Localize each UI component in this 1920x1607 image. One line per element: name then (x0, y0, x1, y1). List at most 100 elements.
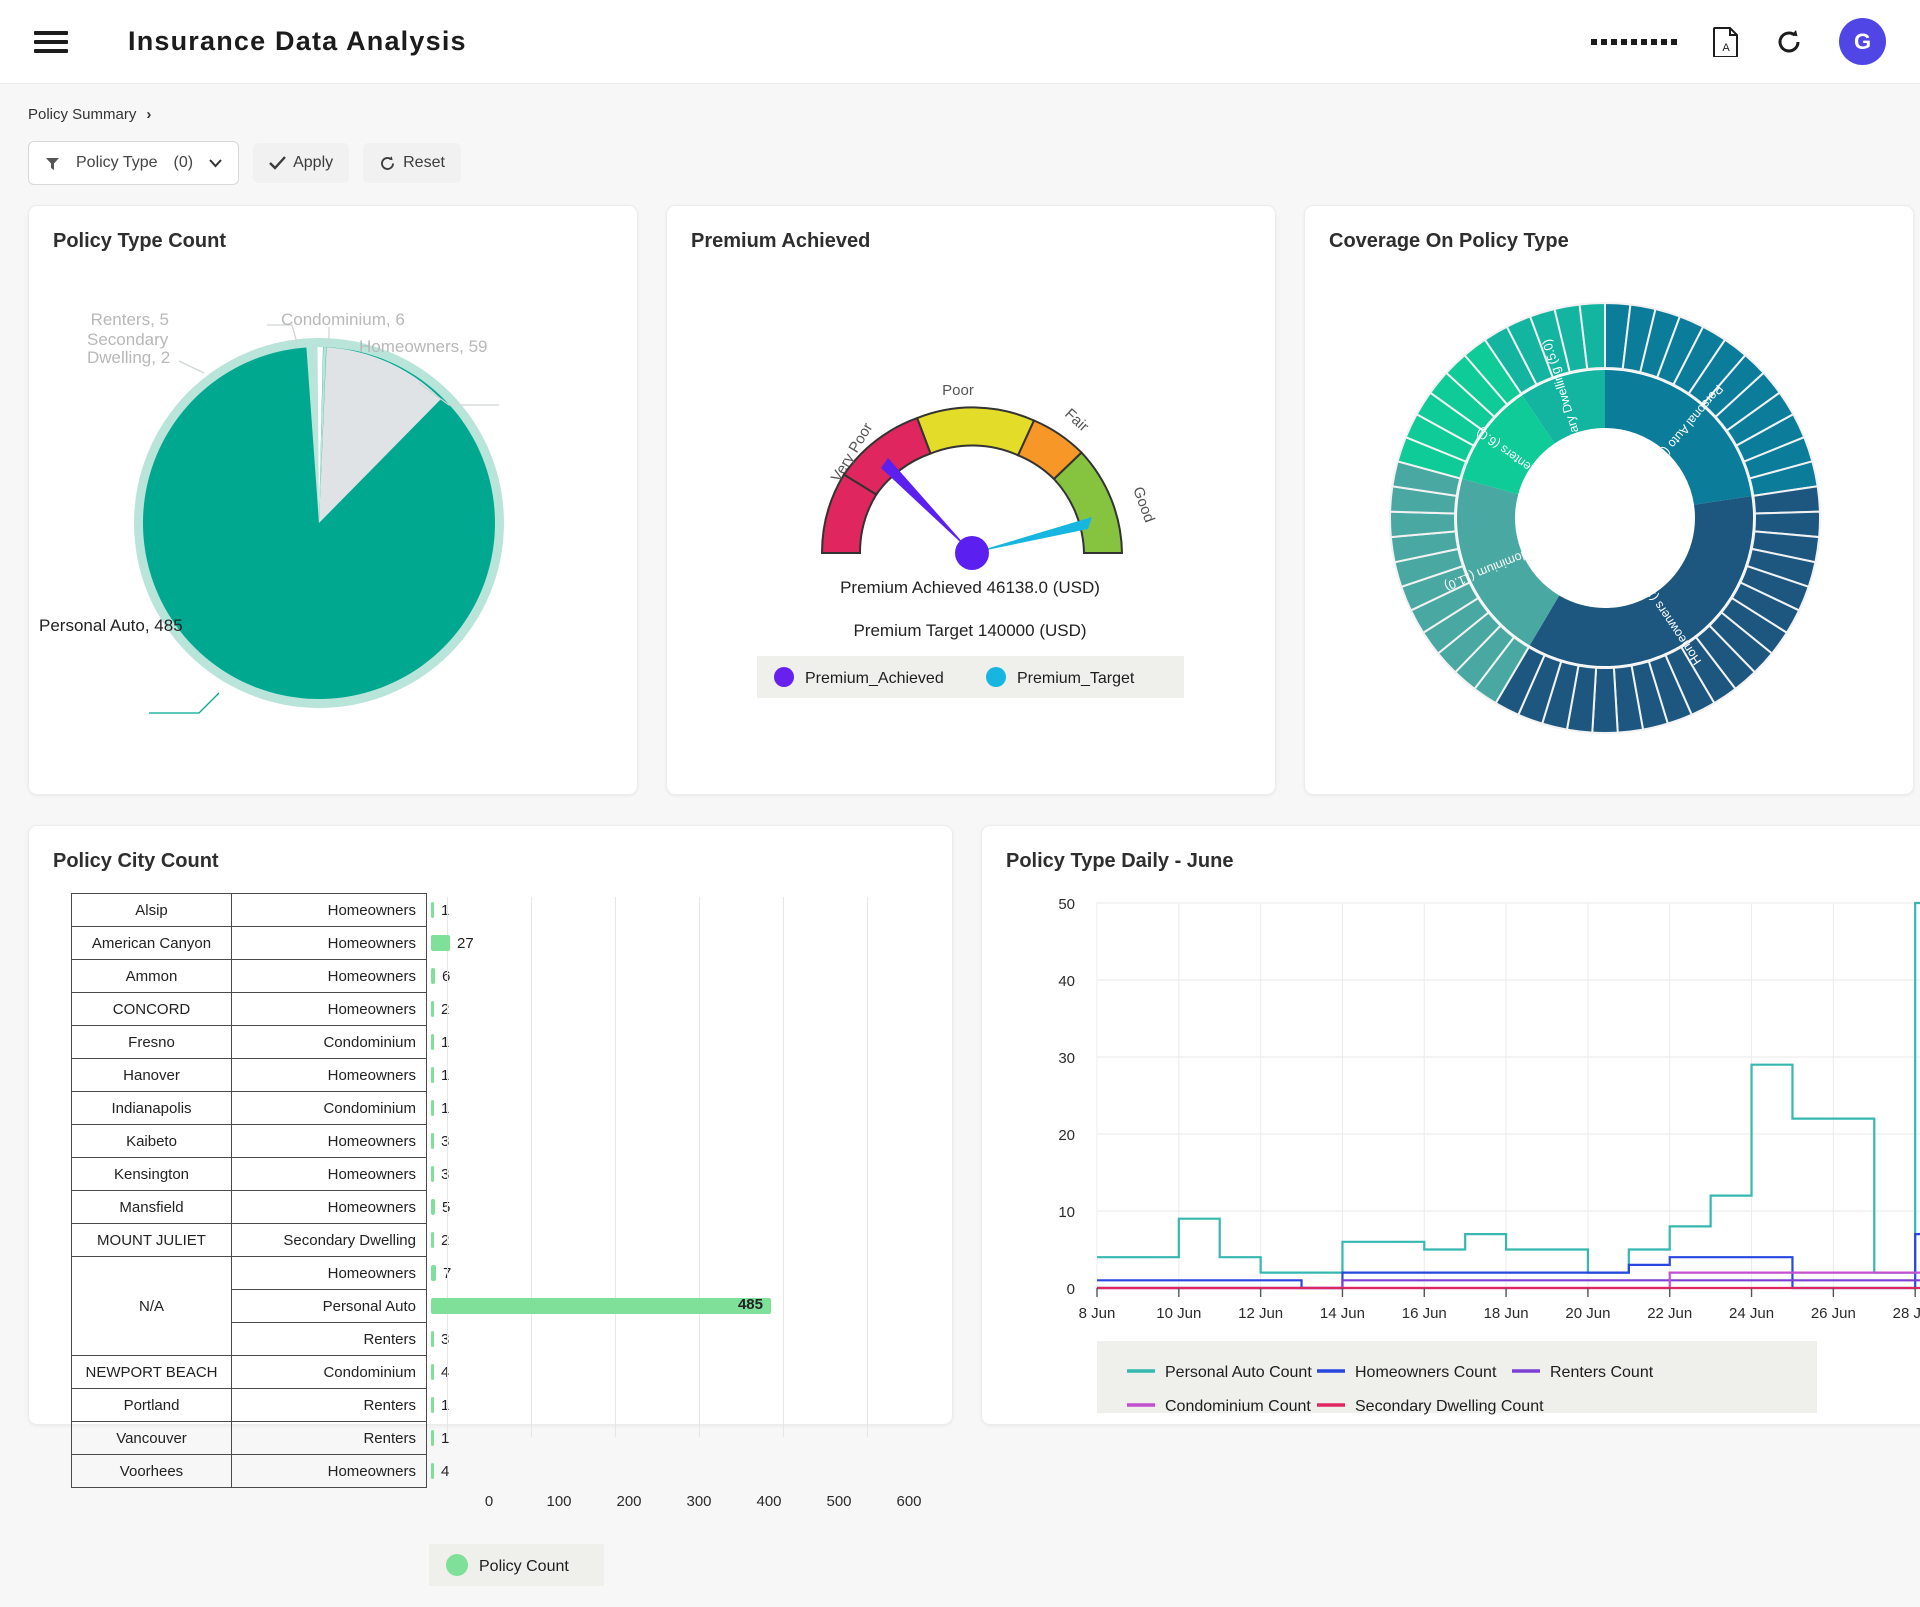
svg-text:30: 30 (1058, 1050, 1075, 1067)
line-series-renters-count (1097, 1279, 1920, 1290)
gauge-band-fair: Fair (1061, 405, 1092, 435)
svg-text:14 Jun: 14 Jun (1320, 1305, 1365, 1322)
table-cell-city: N/A (71, 1256, 232, 1356)
bar-fill (431, 1430, 434, 1446)
pie-label-secondary-dwelling-2: Dwelling, 2 (87, 348, 170, 367)
coverage-sunburst-chart[interactable]: Personal Auto (12.0) Homeowners (19.0) C… (1305, 253, 1915, 793)
breadcrumb-bar: Policy Summary › (0, 84, 1920, 123)
policy-city-count-card: Policy City Count Alsip Homeowners 1 Americ… (28, 825, 953, 1586)
table-cell-city: NEWPORT BEACH (71, 1355, 232, 1389)
grid-apps-icon[interactable] (1591, 38, 1677, 45)
table-row[interactable]: Voorhees Homeowners 4 (71, 1454, 847, 1488)
premium-achieved-gauge[interactable]: Very Poor Poor Fair Good Premium Achieve… (667, 253, 1277, 793)
policy-type-pie-chart[interactable]: Renters, 5 Condominium, 6 Homeowners, 59… (29, 253, 639, 793)
svg-text:24 Jun: 24 Jun (1729, 1305, 1774, 1322)
table-cell-city: Ammon (71, 959, 232, 993)
table-cell-policy-type: Homeowners (231, 893, 427, 927)
chevron-down-icon (209, 158, 222, 168)
apply-button[interactable]: Apply (253, 143, 350, 183)
svg-text:10 Jun: 10 Jun (1156, 1305, 1201, 1322)
table-cell-city: MOUNT JULIET (71, 1223, 232, 1257)
svg-text:18 Jun: 18 Jun (1484, 1305, 1529, 1322)
table-cell-policy-type: Condominium (231, 1355, 427, 1389)
svg-text:16 Jun: 16 Jun (1402, 1305, 1447, 1322)
svg-text:10: 10 (1058, 1204, 1075, 1221)
policy-type-daily-card: Policy Type Daily - June 0 10 20 30 40 50 8 J… (981, 825, 1920, 1425)
table-cell-policy-type: Homeowners (231, 1058, 427, 1092)
gauge-band-good: Good (1129, 485, 1158, 525)
table-cell-city: Vancouver (71, 1421, 232, 1455)
chevron-right-icon: › (146, 106, 152, 123)
bar-legend-swatch (446, 1554, 468, 1576)
policy-type-filter[interactable]: Policy Type (0) (28, 141, 240, 185)
charts-row-bottom: Policy City Count Alsip Homeowners 1 Americ… (0, 795, 1920, 1586)
filter-funnel-icon (45, 156, 60, 171)
bar-fill (431, 1331, 434, 1347)
check-icon (269, 156, 286, 170)
bar-fill (431, 1364, 434, 1380)
svg-text:20: 20 (1058, 1127, 1075, 1144)
svg-text:8 Jun: 8 Jun (1079, 1305, 1116, 1322)
breadcrumb-label: Policy Summary (28, 106, 137, 123)
bar-legend-label[interactable]: Policy Count (479, 1558, 569, 1575)
gauge-legend-swatch-achieved (774, 667, 794, 687)
svg-text:600: 600 (896, 1493, 921, 1510)
svg-text:400: 400 (756, 1493, 781, 1510)
hamburger-menu-icon[interactable] (34, 26, 68, 58)
pdf-file-icon[interactable]: A (1713, 26, 1739, 57)
policy-type-count-title: Policy Type Count (53, 230, 226, 252)
table-cell-city: Mansfield (71, 1190, 232, 1224)
table-cell-policy-type: Homeowners (231, 1256, 427, 1290)
line-legend-label[interactable]: Personal Auto Count (1165, 1364, 1312, 1381)
apply-label: Apply (293, 154, 334, 171)
table-cell-city: Hanover (71, 1058, 232, 1092)
line-legend-label[interactable]: Homeowners Count (1355, 1364, 1497, 1381)
bar-gridlines (447, 897, 868, 1437)
table-cell-city: Voorhees (71, 1454, 232, 1488)
bar-fill (431, 1034, 434, 1050)
line-legend-label[interactable]: Secondary Dwelling Count (1355, 1398, 1544, 1415)
pie-label-condominium: Condominium, 6 (281, 310, 405, 329)
bar-legend: Policy Count (429, 1544, 604, 1586)
line-legend-label[interactable]: Condominium Count (1165, 1398, 1311, 1415)
svg-text:28 Jun: 28 Jun (1893, 1305, 1920, 1322)
table-cell-policy-type: Homeowners (231, 1190, 427, 1224)
table-cell-city: American Canyon (71, 926, 232, 960)
table-cell-policy-type: Condominium (231, 1025, 427, 1059)
table-cell-city: Kensington (71, 1157, 232, 1191)
gauge-legend-label-achieved[interactable]: Premium_Achieved (805, 670, 944, 687)
table-cell-policy-type: Homeowners (231, 926, 427, 960)
svg-text:20 Jun: 20 Jun (1565, 1305, 1610, 1322)
premium-achieved-title: Premium Achieved (691, 230, 871, 252)
coverage-on-policy-type-card: Coverage On Policy Type Personal Auto (1… (1304, 205, 1914, 795)
table-cell-policy-type: Personal Auto (231, 1289, 427, 1323)
bar-fill (431, 1067, 434, 1083)
filter-toolbar: Policy Type (0) Apply Reset (0, 123, 1920, 185)
table-cell-policy-type: Homeowners (231, 1124, 427, 1158)
policy-city-count-title: Policy City Count (53, 850, 219, 872)
table-cell-city: Portland (71, 1388, 232, 1422)
breadcrumb[interactable]: Policy Summary › (28, 106, 1892, 123)
line-legend-label[interactable]: Renters Count (1550, 1364, 1654, 1381)
user-avatar[interactable]: G (1839, 18, 1886, 65)
table-cell-policy-type: Homeowners (231, 1157, 427, 1191)
gauge-legend-swatch-target (986, 667, 1006, 687)
reset-button[interactable]: Reset (363, 143, 461, 183)
svg-text:50: 50 (1058, 896, 1075, 913)
premium-target-value: Premium Target 140000 (USD) (853, 621, 1086, 640)
policy-type-daily-title: Policy Type Daily - June (1006, 850, 1234, 872)
bar-fill: 485 (431, 1296, 771, 1314)
table-cell-policy-type: Renters (231, 1322, 427, 1356)
policy-type-daily-line-chart[interactable]: 0 10 20 30 40 50 8 Jun 10 Jun 12 Jun 14 Jun 16 Ju… (982, 873, 1920, 1433)
app-title: Insurance Data Analysis (128, 26, 467, 56)
policy-type-count-card: Policy Type Count Renters, 5 Condominium… (28, 205, 638, 795)
svg-text:26 Jun: 26 Jun (1811, 1305, 1856, 1322)
premium-achieved-card: Premium Achieved Very Poor Poor Fair Goo… (666, 205, 1276, 795)
table-cell-policy-type: Condominium (231, 1091, 427, 1125)
gauge-legend-label-target[interactable]: Premium_Target (1017, 670, 1135, 687)
refresh-icon[interactable] (1775, 28, 1803, 56)
bar-fill (431, 1133, 434, 1149)
gauge-band-poor: Poor (942, 382, 974, 399)
table-cell-city: Fresno (71, 1025, 232, 1059)
bar-value-label: 485 (737, 1296, 763, 1313)
